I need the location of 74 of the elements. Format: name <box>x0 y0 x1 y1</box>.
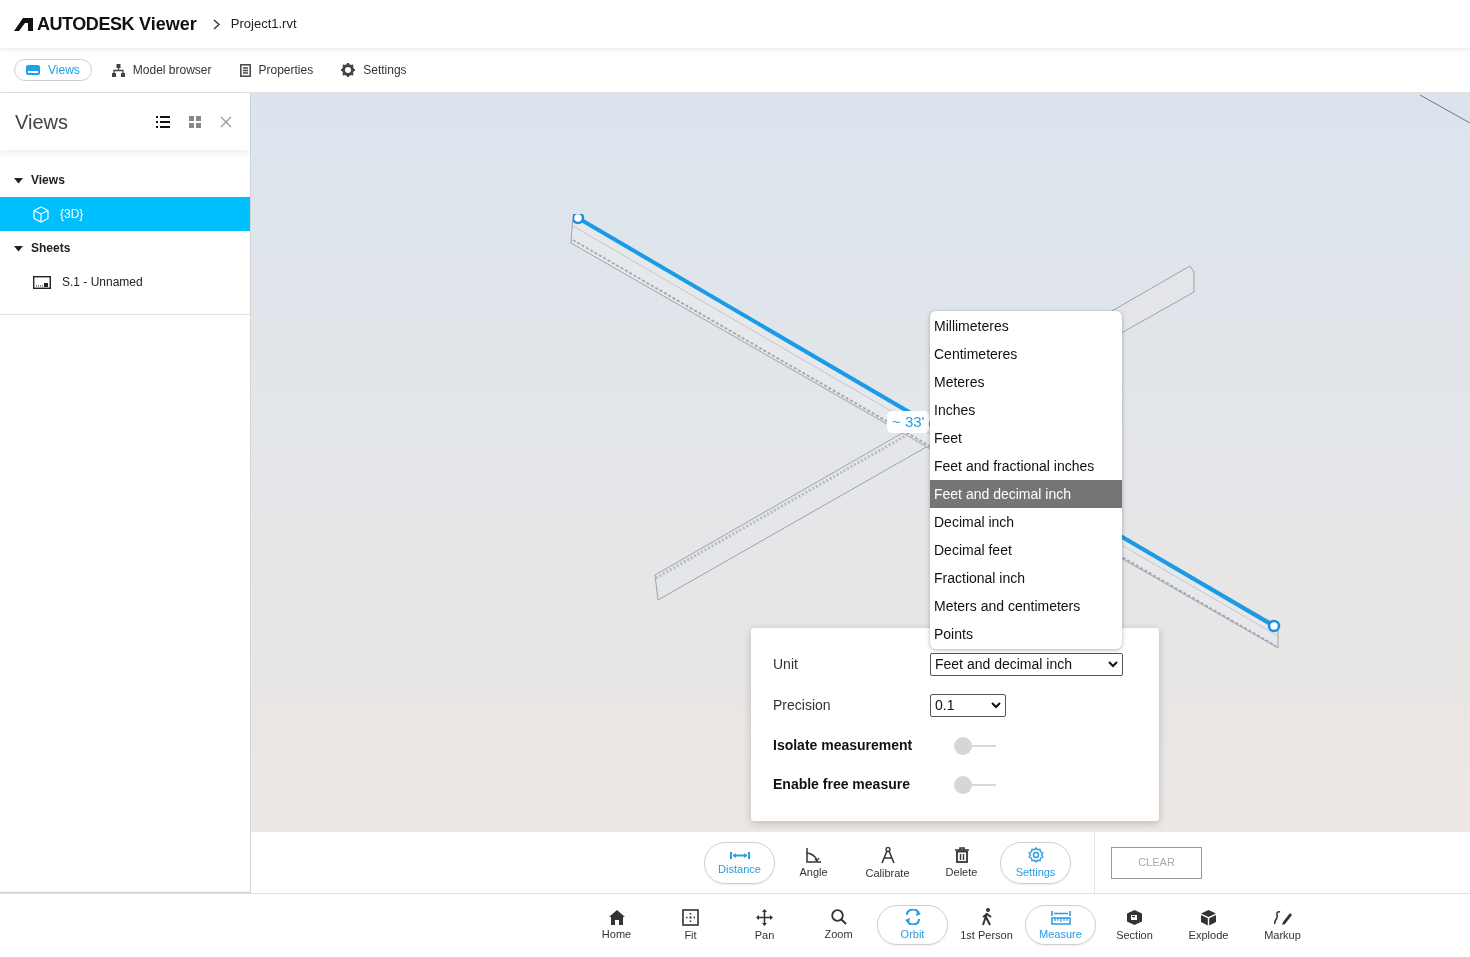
close-icon[interactable] <box>220 115 232 128</box>
tree-item[interactable]: Views <box>0 163 250 197</box>
cube-icon <box>1200 908 1217 926</box>
precision-select[interactable]: 0.1 <box>930 694 1006 717</box>
grid-view-icon[interactable] <box>189 115 201 128</box>
dropdown-option[interactable]: Meters and centimeters <box>930 592 1122 620</box>
dropdown-option[interactable]: Decimal feet <box>930 536 1122 564</box>
chevron-icon <box>212 18 220 30</box>
panel-title: Views <box>15 109 69 135</box>
list-view-icon[interactable] <box>156 115 170 128</box>
orbit-icon <box>903 909 922 925</box>
compass-icon <box>880 846 895 864</box>
dropdown-option[interactable]: Points <box>930 620 1122 648</box>
section-cube-icon <box>1126 908 1143 926</box>
setting-label: Isolate measurement <box>773 736 914 755</box>
angle-icon <box>805 847 822 863</box>
dropdown-option[interactable]: Feet and decimal inch <box>930 480 1122 508</box>
product-name: Viewer <box>139 12 197 36</box>
measurement-label: ~ 33' <box>887 411 930 433</box>
dropdown-option[interactable]: Decimal inch <box>930 508 1122 536</box>
dropdown-option[interactable]: Centimeteres <box>930 340 1122 368</box>
caret-down-icon <box>14 243 23 253</box>
toolbar-button[interactable]: Markup <box>1247 904 1318 945</box>
settings-icon <box>1027 847 1044 863</box>
model-viewport[interactable] <box>251 93 1470 832</box>
edge-line <box>1420 93 1470 123</box>
sheet-icon <box>33 275 51 289</box>
toggle-switch[interactable] <box>954 774 996 795</box>
dropdown-option[interactable]: Fractional inch <box>930 564 1122 592</box>
toolbar-button[interactable]: Angle <box>778 841 849 884</box>
tab[interactable]: Properties <box>231 59 322 81</box>
document-icon <box>239 63 251 77</box>
brand-name: AUTODESK <box>37 12 135 36</box>
distance-icon <box>729 850 750 860</box>
home-icon <box>608 909 625 925</box>
toolbar-button[interactable]: Calibrate <box>852 841 923 884</box>
toolbar-button[interactable]: Explode <box>1173 904 1244 945</box>
dropdown-option[interactable]: Inches <box>930 396 1122 424</box>
dropdown-option[interactable]: Feet and fractional inches <box>930 452 1122 480</box>
cube-icon <box>33 205 49 223</box>
toolbar-button[interactable]: 1st Person <box>951 904 1022 945</box>
trash-icon <box>954 847 969 863</box>
unit-select[interactable]: Feet and decimal inch <box>930 653 1123 676</box>
toolbar-button[interactable]: Delete <box>926 841 997 884</box>
setting-label: Enable free measure <box>773 775 911 794</box>
caret-down-icon <box>1108 661 1118 668</box>
caret-down-icon <box>991 702 1001 709</box>
search-icon <box>830 909 847 925</box>
setting-label: Unit <box>773 655 799 674</box>
move-icon <box>756 908 773 926</box>
tab[interactable]: Model browser <box>103 59 220 81</box>
dropdown-option[interactable]: Meteres <box>930 368 1122 396</box>
toggle-switch[interactable] <box>954 735 996 756</box>
tree-item[interactable]: S.1 - Unnamed <box>0 265 250 299</box>
toolbar-button[interactable]: Fit <box>655 904 726 945</box>
settings-icon <box>341 63 356 77</box>
caret-down-icon <box>14 175 23 185</box>
pen-icon <box>1273 908 1292 926</box>
setting-label: Precision <box>773 696 832 715</box>
dropdown-option[interactable]: Feet <box>930 424 1122 452</box>
fit-icon <box>682 908 699 926</box>
walking-person-icon <box>980 908 993 926</box>
toolbar-button[interactable]: Zoom <box>803 904 874 945</box>
toolbar-button[interactable]: Pan <box>729 904 800 945</box>
hierarchy-icon <box>111 63 125 77</box>
tab[interactable]: Settings <box>333 59 415 81</box>
ruler-icon <box>1050 909 1071 925</box>
dropdown-option[interactable]: Millimeteres <box>930 312 1122 340</box>
file-name: Project1.rvt <box>230 15 297 34</box>
toolbar-button[interactable]: Home <box>581 904 652 945</box>
tree-item[interactable]: Sheets <box>0 231 250 265</box>
toolbar-button[interactable]: Section <box>1099 904 1170 945</box>
monitor-icon <box>26 64 40 76</box>
logo-icon <box>14 17 33 31</box>
